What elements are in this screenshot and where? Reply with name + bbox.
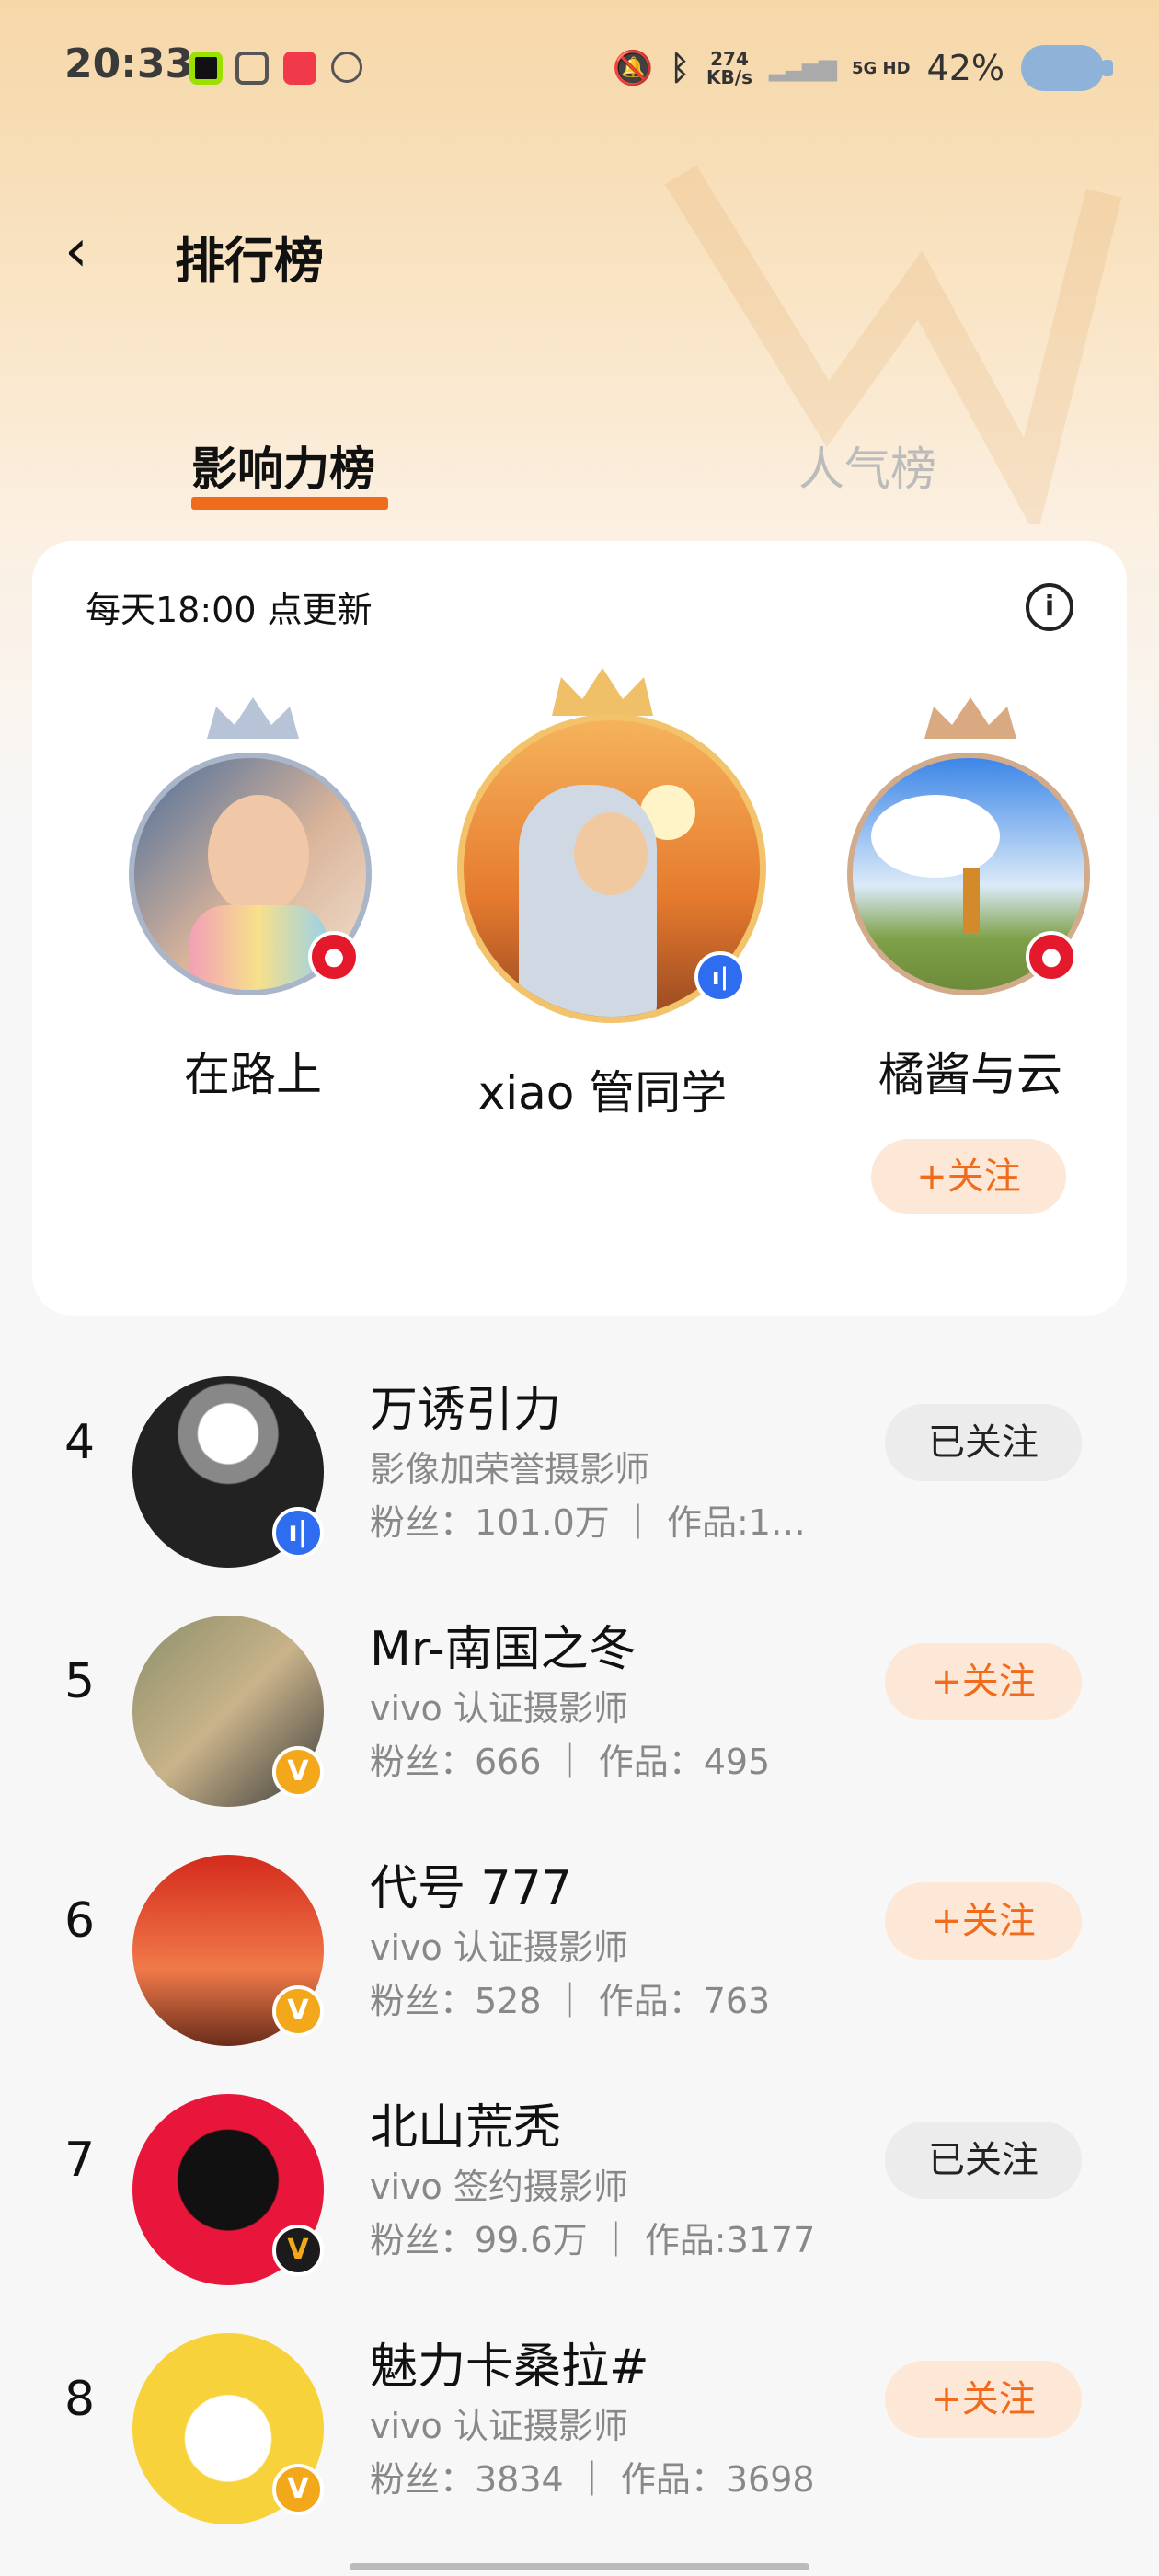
verified-badge-icon: ı| — [272, 1507, 324, 1558]
user-stats: 粉丝：99.6万 ｜ 作品:3177 — [370, 2220, 816, 2260]
bronze-crown-icon — [924, 697, 1016, 739]
net-speed: 274 KB/s — [706, 48, 752, 88]
red-app-icon — [283, 52, 316, 85]
user-name[interactable]: 万诱引力 — [370, 1371, 561, 1440]
rank-number: 4 — [64, 1415, 96, 1470]
user-name[interactable]: 魅力卡桑拉# — [370, 2328, 649, 2397]
tab-influence[interactable]: 影响力榜 — [191, 432, 375, 499]
ranking-row[interactable]: 5 V Mr-南国之冬 vivo 认证摄影师粉丝：666 ｜ 作品：495 +关注 — [0, 1592, 1159, 1812]
rank-number: 5 — [64, 1654, 96, 1709]
back-arrow-icon[interactable]: ‹ — [64, 222, 120, 281]
silver-crown-icon — [207, 697, 299, 739]
mute-icon: 🔕 — [612, 50, 654, 87]
rank-number: 6 — [64, 1893, 96, 1949]
update-time-text: 每天18:00 点更新 — [86, 590, 373, 630]
podium-rank-1[interactable]: ı| xiao 管同学 — [419, 668, 786, 1120]
follow-button[interactable]: +关注 — [885, 1643, 1082, 1720]
user-stats: 粉丝：528 ｜ 作品：763 — [370, 1981, 771, 2021]
podium-rank-3[interactable]: ● 橘酱与云 +关注 — [805, 697, 1136, 1214]
status-bar: 20:33 🔕 ᛒ 274 KB/s ▂▃▅▆ 5G HD 42% — [0, 0, 1159, 138]
page-title: 排行榜 — [175, 232, 324, 290]
battery-percent: 42% — [926, 48, 1004, 88]
user-title: vivo 认证摄影师 — [370, 2406, 628, 2446]
ranking-row[interactable]: 4 ı| 万诱引力影像加荣誉摄影师粉丝：101.0万 ｜ 作品:1… 已关注 — [0, 1352, 1159, 1573]
verified-badge-icon: V — [272, 1746, 324, 1798]
camera-badge-icon: ● — [308, 931, 360, 983]
home-indicator[interactable] — [350, 2563, 809, 2570]
tab-popularity[interactable]: 人气榜 — [798, 432, 936, 499]
blue-badge-icon: ı| — [694, 951, 746, 1003]
user-stats: 粉丝：666 ｜ 作品：495 — [370, 1742, 771, 1782]
info-icon[interactable]: i — [1026, 583, 1073, 631]
gold-crown-icon — [552, 668, 653, 716]
podium-name: 橘酱与云 — [878, 1048, 1062, 1101]
podium-name: xiao 管同学 — [477, 1066, 728, 1120]
page-header: ‹ 排行榜 — [0, 198, 1159, 308]
chat-notification-icon — [235, 52, 269, 85]
user-title: vivo 签约摄影师 — [370, 2167, 628, 2207]
user-stats: 粉丝：3834 ｜ 作品：3698 — [370, 2459, 815, 2500]
tab-indicator — [191, 497, 388, 510]
top-three-card: 每天18:00 点更新 i ● 在路上 ı| xiao 管同学 ● 橘酱与云 +… — [32, 541, 1127, 1316]
app-notification-icon — [189, 52, 223, 85]
rank-number: 7 — [64, 2133, 96, 2188]
verified-badge-icon: V — [272, 1985, 324, 2037]
status-time: 20:33 — [64, 40, 194, 87]
user-title: vivo 认证摄影师 — [370, 1927, 628, 1968]
user-title: 影像加荣誉摄影师 — [370, 1449, 650, 1489]
battery-icon — [1021, 45, 1113, 91]
follow-button[interactable]: +关注 — [885, 1882, 1082, 1960]
follow-button[interactable]: +关注 — [871, 1139, 1066, 1214]
ranking-row[interactable]: 6 V 代号 777 vivo 认证摄影师粉丝：528 ｜ 作品：763 +关注 — [0, 1831, 1159, 2052]
followed-button[interactable]: 已关注 — [885, 2122, 1082, 2199]
verified-badge-icon: V — [272, 2225, 324, 2276]
followed-button[interactable]: 已关注 — [885, 1404, 1082, 1481]
ranking-row[interactable]: 8 V 魅力卡桑拉# vivo 认证摄影师粉丝：3834 ｜ 作品：3698 +关注 — [0, 2309, 1159, 2530]
podium-rank-2[interactable]: ● 在路上 — [87, 697, 419, 1101]
verified-badge-icon: V — [272, 2464, 324, 2515]
rank-number: 8 — [64, 2372, 96, 2427]
podium-name: 在路上 — [184, 1048, 322, 1101]
signal-icon: ▂▃▅▆ — [768, 54, 837, 82]
bluetooth-icon: ᛒ — [670, 49, 691, 87]
broadcast-icon — [331, 52, 362, 83]
ranking-tabs: 影响力榜 人气榜 — [0, 423, 1159, 534]
network-type: 5G HD — [851, 58, 911, 78]
follow-button[interactable]: +关注 — [885, 2361, 1082, 2438]
user-name[interactable]: 北山荒秃 — [370, 2088, 561, 2157]
user-name[interactable]: 代号 777 — [370, 1849, 572, 1918]
user-title: vivo 认证摄影师 — [370, 1688, 628, 1729]
camera-badge-icon: ● — [1026, 931, 1077, 983]
user-name[interactable]: Mr-南国之冬 — [370, 1610, 637, 1679]
ranking-row[interactable]: 7 V 北山荒秃 vivo 签约摄影师粉丝：99.6万 ｜ 作品:3177 已关注 — [0, 2070, 1159, 2291]
user-stats: 粉丝：101.0万 ｜ 作品:1… — [370, 1502, 806, 1543]
